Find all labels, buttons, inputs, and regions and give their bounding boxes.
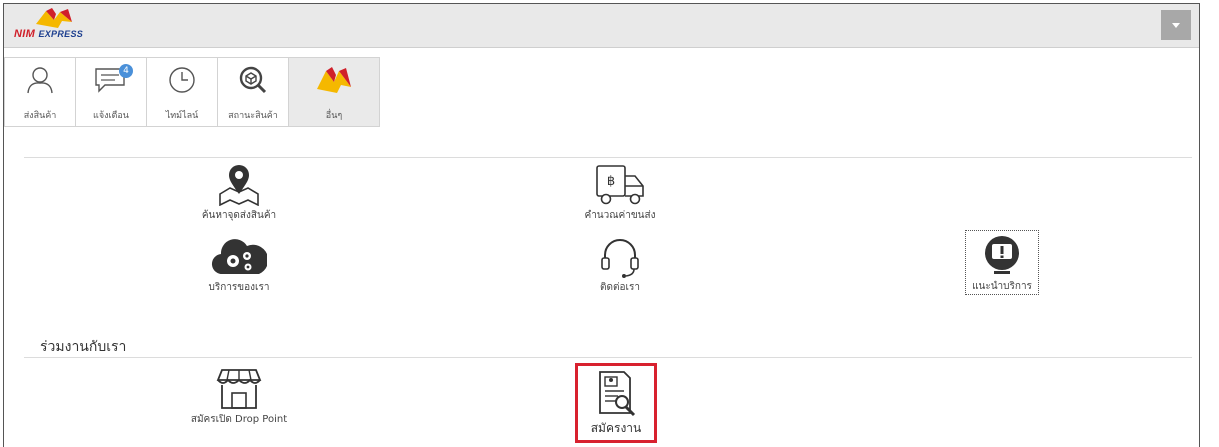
nim-bird-logo-icon — [36, 8, 72, 28]
logo-wordmark: NIM EXPRESS — [14, 28, 83, 40]
tile-contact-us[interactable]: ติดต่อเรา — [575, 236, 665, 295]
tab-label: ส่งสินค้า — [23, 111, 57, 121]
shop-icon — [216, 369, 262, 409]
tab-label: แจ้งเตือน — [93, 111, 129, 121]
top-bar: NIM EXPRESS — [4, 4, 1199, 48]
resume-search-icon — [599, 371, 636, 417]
tile-label: ติดต่อเรา — [600, 282, 640, 293]
clock-icon — [169, 67, 195, 93]
tab-label: อื่นๆ — [325, 111, 343, 121]
tab-send-parcel[interactable]: ส่งสินค้า — [4, 57, 75, 127]
cloud-gears-icon — [212, 239, 267, 275]
user-icon — [27, 67, 53, 94]
tile-our-services[interactable]: บริการของเรา — [194, 236, 284, 295]
tab-parcel-status[interactable]: สถานะสินค้า — [217, 57, 288, 127]
tile-label: คำนวณค่าขนส่ง — [584, 210, 656, 221]
box-search-icon — [239, 66, 267, 94]
tab-others[interactable]: อื่นๆ — [288, 57, 380, 127]
tile-shipping-calculator[interactable]: ฿ คำนวณค่าขนส่ง — [575, 164, 665, 223]
nim-logo-icon — [317, 67, 351, 93]
tile-service-recommendation[interactable]: แนะนำบริการ — [965, 230, 1039, 295]
main-tabs: ส่งสินค้า 4 แจ้งเตือน ไทม์ไลน์ สถานะสินค… — [4, 57, 380, 127]
tile-label: บริการของเรา — [208, 282, 270, 293]
logo-sub: EXPRESS — [38, 29, 84, 39]
tab-notifications[interactable]: 4 แจ้งเตือน — [75, 57, 146, 127]
section-divider — [24, 357, 1192, 358]
map-pin-icon — [219, 165, 259, 206]
truck-baht-icon: ฿ — [596, 165, 644, 205]
svg-text:฿: ฿ — [607, 174, 615, 189]
notification-badge: 4 — [119, 64, 133, 78]
tile-open-drop-point[interactable]: สมัครเปิด Drop Point — [189, 366, 289, 427]
tab-label: สถานะสินค้า — [228, 111, 278, 121]
tile-label: แนะนำบริการ — [972, 281, 1032, 292]
menu-dropdown-button[interactable] — [1161, 10, 1191, 40]
headset-icon — [601, 239, 639, 278]
app-frame: NIM EXPRESS ส่งสินค้า 4 แจ้งเตือน ไทม์ไล… — [3, 3, 1200, 447]
tile-apply-job[interactable]: สมัครงาน — [575, 363, 657, 443]
tile-label: สมัครงาน — [590, 421, 642, 435]
info-board-icon — [985, 236, 1019, 274]
section-title-join-us: ร่วมงานกับเรา — [40, 339, 127, 355]
nim-express-logo[interactable]: NIM EXPRESS — [14, 8, 114, 44]
tab-label: ไทม์ไลน์ — [165, 111, 199, 121]
tile-find-drop-point[interactable]: ค้นหาจุดส่งสินค้า — [194, 164, 284, 223]
tab-timeline[interactable]: ไทม์ไลน์ — [146, 57, 217, 127]
tile-label: ค้นหาจุดส่งสินค้า — [201, 210, 277, 221]
tabs-divider — [24, 157, 1192, 158]
logo-brand: NIM — [14, 28, 36, 40]
tile-label: สมัครเปิด Drop Point — [190, 414, 288, 425]
